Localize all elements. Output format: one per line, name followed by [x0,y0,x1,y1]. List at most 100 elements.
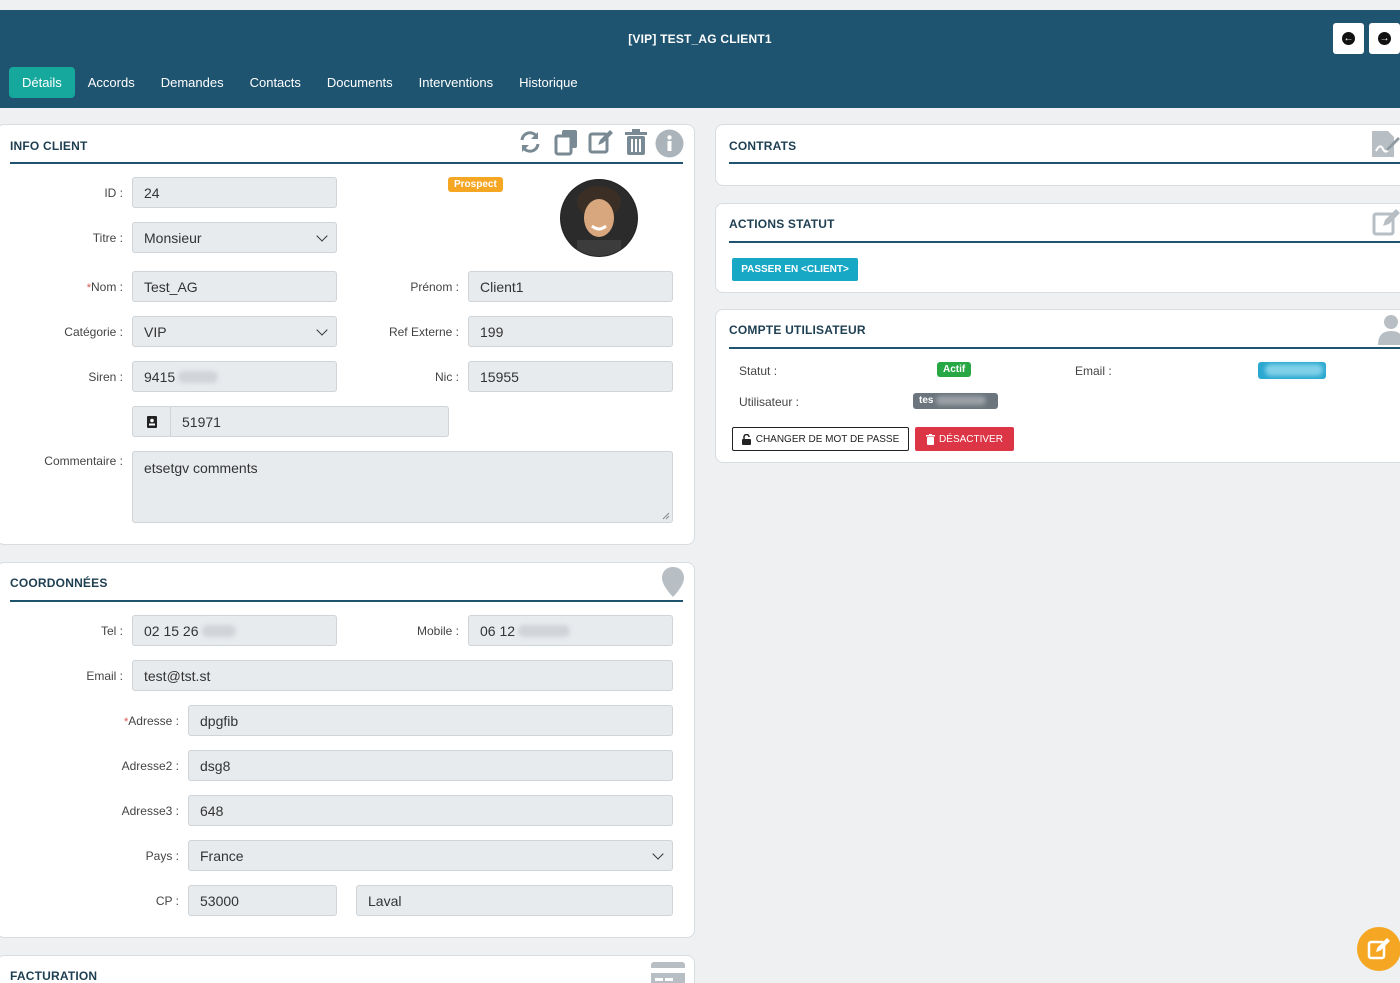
tab-contacts[interactable]: Contacts [237,67,314,98]
adresse-value: dpgfib [200,712,239,729]
titre-label: Titre : [92,231,123,245]
code-input[interactable]: 51971 [170,406,449,437]
utilisateur-badge: tes [913,393,998,409]
commentaire-textarea[interactable]: etsetgv comments [132,451,673,523]
next-button[interactable]: → [1369,23,1400,54]
credit-card-icon [651,962,685,983]
tab-demandes[interactable]: Demandes [148,67,237,98]
arrow-left-icon: ← [1342,32,1355,45]
page-header: [VIP] TEST_AG CLIENT1 ← → Détails Accord… [0,10,1400,108]
redacted-text [178,370,219,383]
tel-label: Tel : [100,624,123,638]
user-icon [1378,315,1400,345]
adresse3-label: Adresse3 : [121,804,179,818]
siren-label: Siren : [88,370,123,384]
arrow-right-icon: → [1378,32,1391,45]
trash-icon[interactable] [624,128,648,156]
divider [729,241,1400,243]
change-password-button[interactable]: CHANGER DE MOT DE PASSE [732,427,909,451]
deactivate-button[interactable]: DÉSACTIVER [915,427,1014,451]
pays-select[interactable]: France [188,840,673,871]
id-card-icon [146,415,157,428]
commentaire-value: etsetgv comments [144,460,258,476]
nom-value: Test_AG [144,278,198,295]
ville-input[interactable]: Laval [356,885,673,916]
edit-icon[interactable] [588,129,614,155]
ville-value: Laval [368,892,402,909]
info-client-card: INFO CLIENT Prospect ID: 24 Titre: Mon… [0,124,695,545]
info-icon[interactable] [655,129,684,158]
adresse-input[interactable]: dpgfib [188,705,673,736]
pays-value: France [200,847,244,864]
prenom-label: Prénom : [410,280,459,294]
id-label: ID : [104,186,123,200]
page-title: [VIP] TEST_AG CLIENT1 [628,32,772,46]
trash-icon [926,433,936,445]
redacted-text [201,624,236,637]
adresse-label: *Adresse : [93,714,179,728]
tab-details[interactable]: Détails [9,67,75,98]
ref-externe-input[interactable]: 199 [468,316,673,347]
email-label: Email : [1075,364,1112,378]
coordonnees-card: COORDONNÉES Tel : 02 15 26 Mobile : 06 1… [0,562,695,938]
floating-edit-button[interactable] [1357,927,1400,971]
categorie-value: VIP [144,323,167,340]
siren-value: 9415 [144,368,176,385]
pays-label: Pays : [145,849,179,863]
nom-input[interactable]: Test_AG [132,271,337,302]
redacted-text [1265,364,1323,376]
adresse2-input[interactable]: dsg8 [188,750,673,781]
tel-input[interactable]: 02 15 26 [132,615,337,646]
tab-accords[interactable]: Accords [75,67,148,98]
ref-externe-value: 199 [480,323,504,340]
commentaire-label: Commentaire : [44,454,123,468]
adresse3-input[interactable]: 648 [188,795,673,826]
email-label: Email : [86,669,123,683]
cp-input[interactable]: 53000 [188,885,337,916]
nic-input[interactable]: 15955 [468,361,673,392]
deactivate-label: DÉSACTIVER [939,433,1003,445]
ref-externe-label: Ref Externe : [388,325,459,339]
nic-label: Nic : [435,370,459,384]
titre-value: Monsieur [144,229,202,246]
refresh-icon[interactable] [517,129,543,155]
siren-input[interactable]: 9415 [132,361,337,392]
adresse-label-text: Adresse : [128,714,179,728]
mobile-value: 06 12 [480,622,516,639]
passer-en-client-button[interactable]: PASSER EN <CLIENT> [732,258,858,281]
divider [10,162,683,164]
email-input[interactable]: test@tst.st [132,660,673,691]
titre-select[interactable]: Monsieur [132,222,337,253]
actions-statut-title: ACTIONS STATUT [729,217,835,231]
avatar [560,179,638,257]
change-password-label: CHANGER DE MOT DE PASSE [755,433,900,445]
tab-documents[interactable]: Documents [314,67,406,98]
nic-value: 15955 [480,368,519,385]
tel-value: 02 15 26 [144,622,199,639]
mobile-input[interactable]: 06 12 [468,615,673,646]
edit-icon [1367,938,1390,960]
divider [729,347,1400,349]
tab-interventions[interactable]: Interventions [406,67,506,98]
compte-utilisateur-card: COMPTE UTILISATEUR Statut : Actif Email … [715,309,1400,463]
mobile-label: Mobile : [416,624,459,638]
facturation-card: FACTURATION [0,955,695,983]
cp-value: 53000 [200,892,239,909]
tab-bar: Détails Accords Demandes Contacts Docume… [9,67,591,98]
id-input[interactable]: 24 [132,177,337,208]
tab-historique[interactable]: Historique [506,67,591,98]
prenom-value: Client1 [480,278,524,295]
redacted-text [518,624,571,637]
previous-button[interactable]: ← [1333,23,1364,54]
copy-icon[interactable] [553,128,581,156]
categorie-label: Catégorie : [64,325,123,339]
categorie-select[interactable]: VIP [132,316,337,347]
resize-handle-icon[interactable] [662,512,670,520]
prospect-badge: Prospect [448,177,503,192]
email-badge-redacted [1258,362,1326,379]
prenom-input[interactable]: Client1 [468,271,673,302]
edit-icon [1372,209,1400,236]
utilisateur-label: Utilisateur : [739,395,800,409]
contrats-card: CONTRATS [715,124,1400,186]
adresse2-label: Adresse2 : [121,759,179,773]
